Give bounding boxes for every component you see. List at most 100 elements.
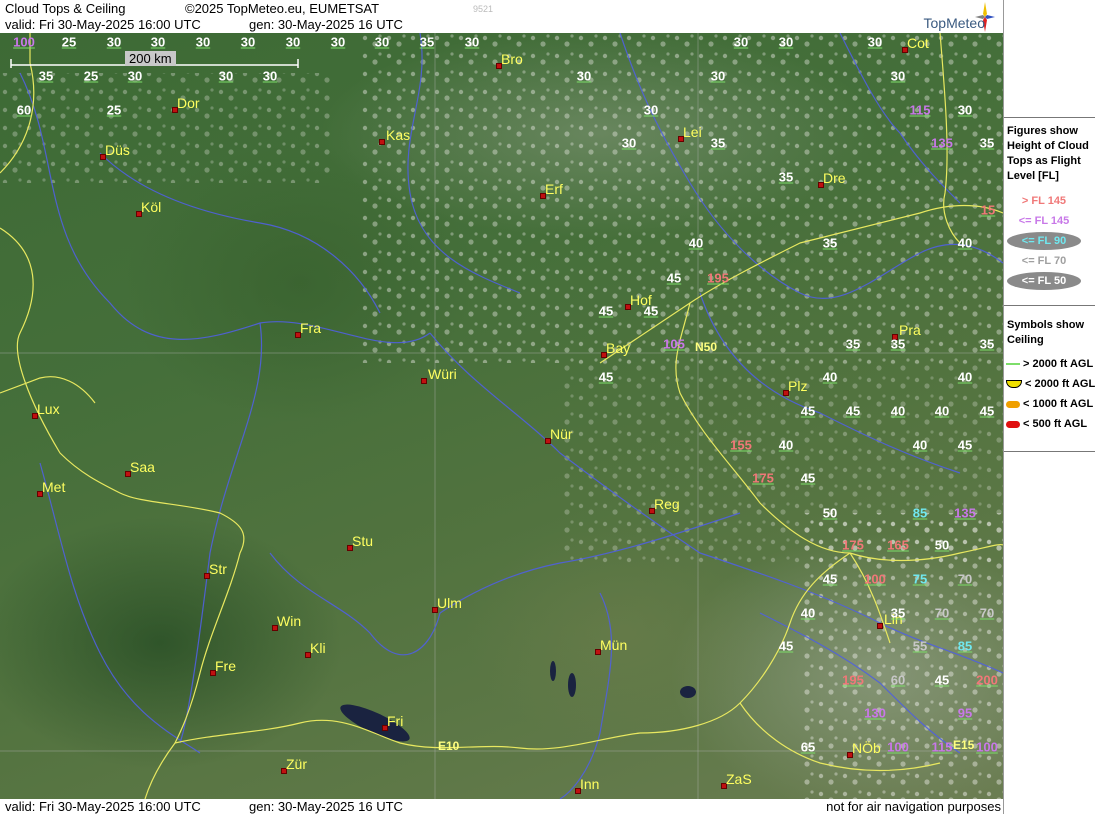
cloud-top-legend-entry: <= FL 145: [1018, 215, 1070, 227]
cloud-top-value: 25: [106, 102, 122, 118]
map-title: Cloud Tops & Ceiling: [5, 1, 126, 16]
cloud-top-value: 45: [800, 403, 816, 419]
cloud-top-value: 15: [980, 202, 996, 218]
cloud-top-value: 45: [800, 470, 816, 486]
city-label[interactable]: Ulm: [437, 596, 462, 610]
ceiling-legend-label: < 500 ft AGL: [1023, 418, 1088, 430]
city-label[interactable]: Dre: [823, 171, 846, 185]
city-label[interactable]: Inn: [580, 777, 599, 791]
city-label[interactable]: Dor: [177, 96, 200, 110]
cloud-top-value: 30: [374, 34, 390, 50]
disclaimer: not for air navigation purposes: [826, 799, 1001, 814]
cloud-top-value: 135: [954, 505, 976, 521]
cloud-top-value: 30: [621, 135, 637, 151]
legend-title-line: Height of Cloud: [1007, 140, 1089, 152]
cloud-top-value: 60: [890, 672, 906, 688]
city-marker-dot: [877, 623, 883, 629]
cloud-top-value: 100: [864, 571, 886, 587]
cloud-top-value: 35: [710, 135, 726, 151]
city-label[interactable]: Bro: [501, 52, 523, 66]
cloud-top-value: 45: [598, 303, 614, 319]
image-code: 9521: [473, 4, 494, 14]
cloud-top-value: 60: [16, 102, 32, 118]
cloud-top-value: 30: [106, 34, 122, 50]
cloud-top-value: 50: [934, 537, 950, 553]
cloud-top-value: 40: [890, 403, 906, 419]
ceiling-legend-label: > 2000 ft AGL: [1023, 358, 1094, 370]
cloud-top-value: 35: [979, 135, 995, 151]
cloud-top-value: 45: [957, 437, 973, 453]
cloud-top-value: 195: [707, 270, 729, 286]
city-label[interactable]: Lei: [683, 125, 702, 139]
city-label[interactable]: Nür: [550, 427, 573, 441]
cloud-top-value: 30: [643, 102, 659, 118]
city-label[interactable]: Köl: [141, 200, 161, 214]
topmeteo-logo[interactable]: TopMeteo: [900, 2, 995, 32]
road-label: E10: [438, 739, 460, 753]
city-label[interactable]: Str: [209, 562, 227, 576]
cloud-top-value: 200: [976, 672, 998, 688]
legend-sidebar: Figures show Height of Cloud Tops as Fligh…: [1003, 0, 1095, 814]
cloud-top-legend-entry: > FL 145: [1021, 195, 1067, 207]
city-label[interactable]: Cot: [907, 36, 929, 50]
cloud-top-legend-entry: <= FL 70: [1021, 255, 1067, 267]
cloud-top-value: 35: [38, 68, 54, 84]
city-label[interactable]: Fra: [300, 321, 321, 335]
cloud-top-value: 40: [778, 437, 794, 453]
city-label[interactable]: Düs: [105, 143, 130, 157]
cloud-top-value: 65: [800, 739, 816, 755]
legend-title-line: Tops as Flight: [1007, 155, 1081, 167]
city-label[interactable]: Zür: [286, 757, 307, 771]
copyright-text: ©2025 TopMeteo.eu, EUMETSAT: [185, 1, 380, 16]
cloud-top-value: 40: [957, 369, 973, 385]
valid-time: valid: Fri 30-May-2025 16:00 UTC: [5, 17, 201, 32]
city-label[interactable]: Win: [277, 614, 301, 628]
cloud-top-value: 45: [979, 403, 995, 419]
cloud-top-value: 30: [733, 34, 749, 50]
cloud-top-value: 30: [957, 102, 973, 118]
city-label[interactable]: Bay: [606, 341, 630, 355]
city-label[interactable]: ZaS: [726, 772, 752, 786]
ceiling-legend-entry: < 1000 ft AGL: [1006, 398, 1093, 410]
city-label[interactable]: Fri: [387, 714, 403, 728]
ceiling-symbol-icon: [1006, 420, 1020, 428]
city-label[interactable]: Stu: [352, 534, 373, 548]
city-label[interactable]: Mün: [600, 638, 627, 652]
scale-bar: 200 km: [10, 51, 299, 69]
cloud-top-value: 30: [867, 34, 883, 50]
satellite-map[interactable]: 200 km Bro Dor Kas Lei Düs Erf Dre Köl Hof Fra Bay…: [0, 33, 1003, 799]
ceiling-symbol-icon: [1006, 380, 1022, 389]
footer-valid-time: valid: Fri 30-May-2025 16:00 UTC: [5, 799, 201, 814]
cloud-top-value: 35: [845, 336, 861, 352]
city-label[interactable]: Pra: [899, 323, 921, 337]
cloud-top-value: 35: [979, 336, 995, 352]
cloud-top-value: 30: [330, 34, 346, 50]
cloud-top-value: 30: [890, 68, 906, 84]
cloud-top-value: 155: [730, 437, 752, 453]
road-label: E15: [953, 738, 975, 752]
cloud-top-value: 100: [13, 34, 35, 50]
cloud-top-value: 30: [195, 34, 211, 50]
city-label[interactable]: Reg: [654, 497, 680, 511]
cloud-top-value: 45: [643, 303, 659, 319]
city-label[interactable]: Erf: [545, 182, 563, 196]
ceiling-legend-entry: < 500 ft AGL: [1006, 418, 1087, 430]
cloud-top-value: 35: [778, 169, 794, 185]
city-label[interactable]: Met: [42, 480, 65, 494]
city-label[interactable]: Würi: [428, 367, 457, 381]
cloud-top-value: 165: [887, 537, 909, 553]
cloud-top-value: 85: [912, 505, 928, 521]
city-label[interactable]: Kas: [386, 128, 410, 142]
ceiling-legend-entry: > 2000 ft AGL: [1006, 358, 1093, 370]
city-label[interactable]: Kli: [310, 641, 326, 655]
cloud-top-value: 30: [127, 68, 143, 84]
city-label[interactable]: Plz: [788, 379, 807, 393]
cloud-top-value: 130: [864, 705, 886, 721]
city-label[interactable]: Lux: [37, 402, 60, 416]
city-label[interactable]: NÖb: [852, 741, 881, 755]
city-label[interactable]: Fre: [215, 659, 236, 673]
city-label[interactable]: Saa: [130, 460, 155, 474]
ceiling-legend: Symbols show Ceiling > 2000 ft AGL < 2000 …: [1004, 305, 1095, 452]
map-footer: valid: Fri 30-May-2025 16:00 UTC gen: 30…: [0, 799, 1003, 814]
road-label: N50: [695, 340, 718, 354]
